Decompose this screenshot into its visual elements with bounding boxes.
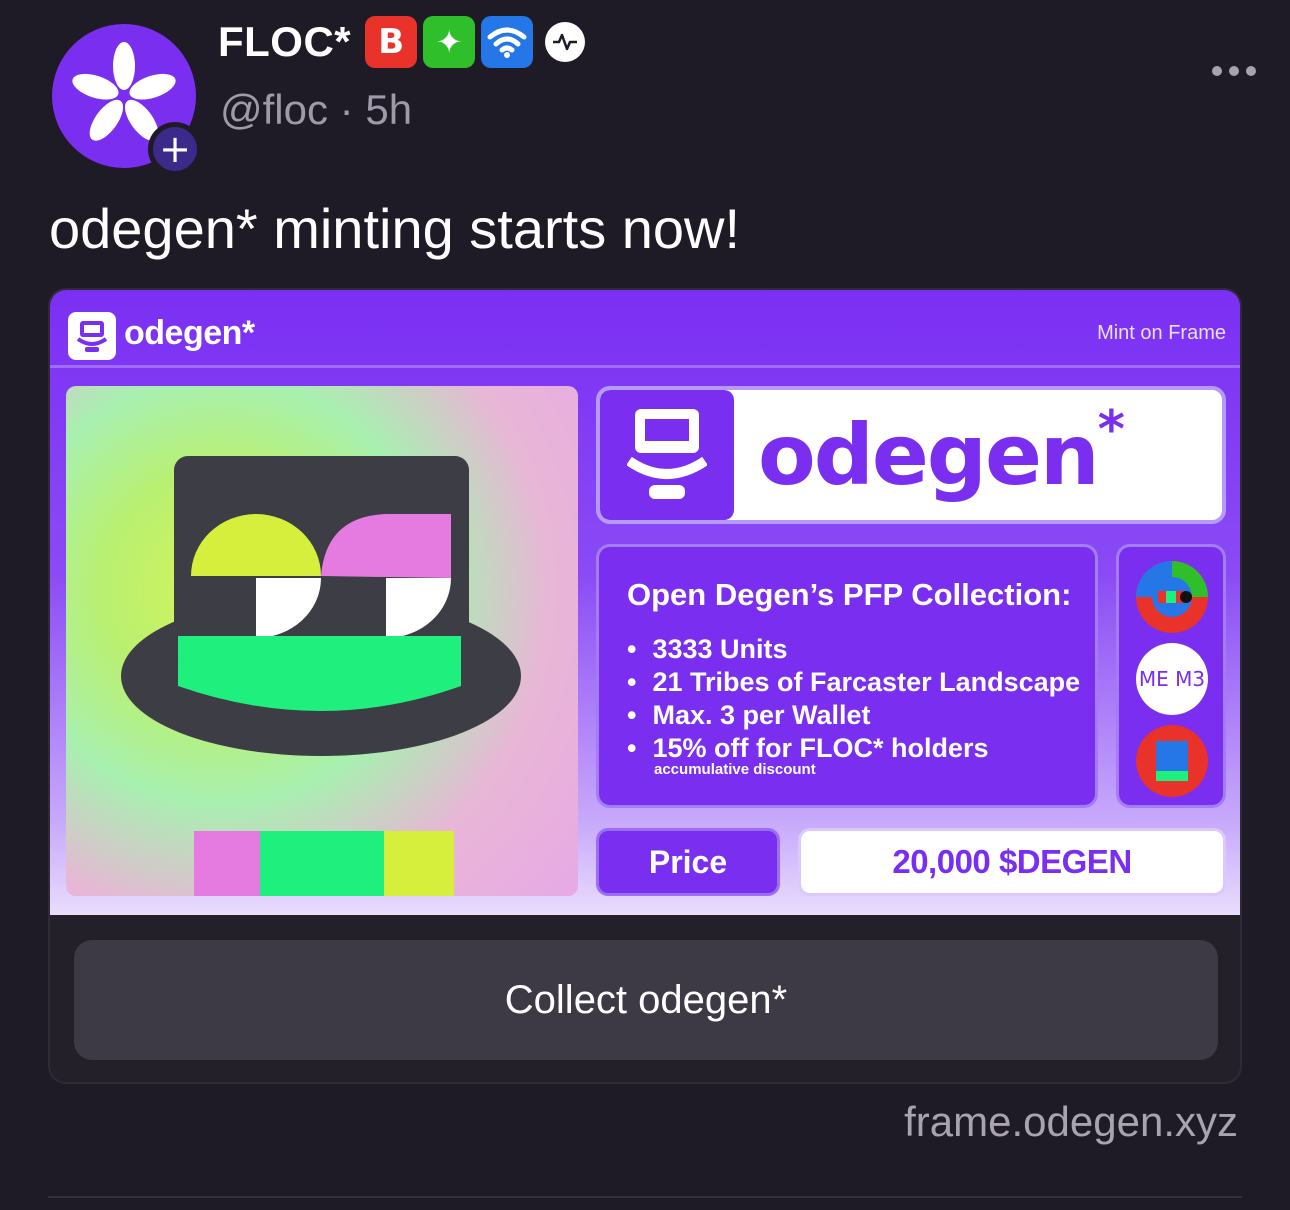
odegen-hat-icon [600, 390, 734, 520]
list-item: 3333 Units [627, 633, 1080, 666]
square-icon [1136, 725, 1208, 797]
odegen-logo-icon [68, 312, 116, 360]
frame-card: odegen* Mint on Frame odegen* Open Degen… [48, 288, 1242, 1084]
discount-note: accumulative discount [654, 761, 816, 778]
odegen-title-box: odegen* [596, 386, 1226, 524]
post-divider [48, 1196, 1242, 1198]
more-options-icon[interactable] [1212, 62, 1256, 80]
tribe-icon [1136, 561, 1208, 633]
collection-heading: Open Degen’s PFP Collection: [627, 577, 1072, 612]
author-meta: @floc · 5h [220, 86, 412, 134]
price-value: 20,000 $DEGEN [798, 828, 1226, 896]
post-text: odegen* minting starts now! [49, 197, 741, 260]
pfp-artwork [66, 386, 578, 896]
author-name-row: FLOC* B ✦ [218, 14, 586, 70]
activity-icon [545, 22, 586, 62]
post-time: 5h [365, 86, 413, 133]
wifi-badge-icon [481, 16, 534, 68]
follow-button[interactable]: + [148, 122, 202, 176]
list-item: Max. 3 per Wallet [627, 699, 1080, 732]
price-label: Price [596, 828, 780, 896]
author-display-name[interactable]: FLOC* [218, 18, 351, 66]
list-item: 21 Tribes of Farcaster Landscape [627, 666, 1080, 699]
top-hat-character-icon [121, 456, 521, 896]
odegen-title: odegen* [758, 400, 1125, 504]
b-badge-icon: B [365, 16, 418, 68]
frame-url-link[interactable]: frame.odegen.xyz [904, 1098, 1238, 1146]
author-handle[interactable]: @floc [220, 86, 328, 133]
mint-on-frame-label: Mint on Frame [1097, 322, 1226, 344]
partner-logos: ME M3 [1116, 544, 1226, 808]
sparkle-badge-icon: ✦ [423, 16, 476, 68]
collect-button[interactable]: Collect odegen* [74, 940, 1218, 1060]
meta-separator: · [339, 86, 354, 133]
memes-icon: ME M3 [1136, 643, 1208, 715]
frame-image[interactable]: odegen* Mint on Frame odegen* Open Degen… [50, 290, 1240, 915]
frame-topbar: odegen* Mint on Frame [50, 290, 1240, 368]
frame-logo-text: odegen* [124, 314, 255, 352]
feature-list: 3333 Units 21 Tribes of Farcaster Landsc… [627, 633, 1080, 765]
collection-info: Open Degen’s PFP Collection: 3333 Units … [596, 544, 1098, 808]
